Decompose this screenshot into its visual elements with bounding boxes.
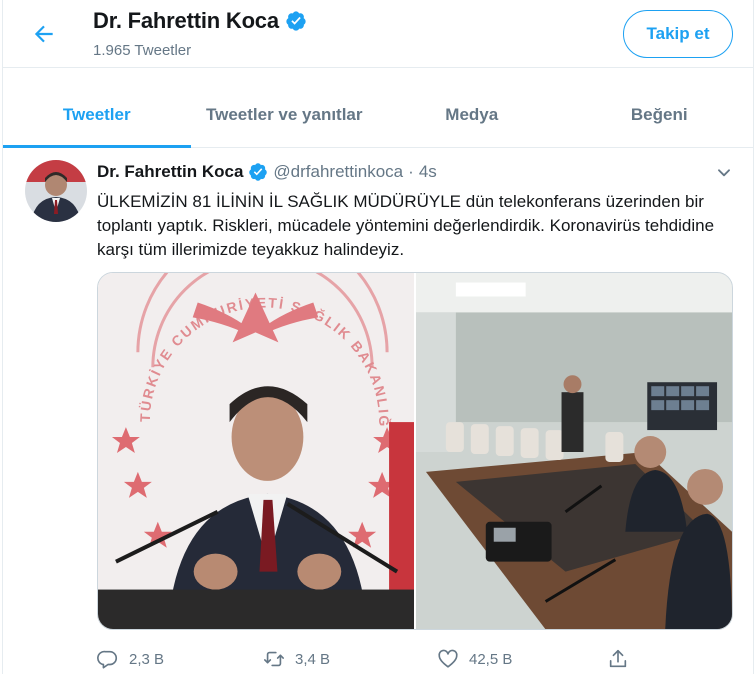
tweet-actions: 2,3 B 3,4 B 42,5 B xyxy=(97,644,657,674)
share-icon xyxy=(609,649,627,668)
tweet-count: 1.965 Tweetler xyxy=(93,42,192,59)
tab-media[interactable]: Medya xyxy=(378,82,566,147)
reply-icon xyxy=(97,650,118,669)
chevron-down-icon xyxy=(718,169,730,177)
profile-header: Dr. Fahrettin Koca 1.965 Tweetler Takip … xyxy=(3,0,753,68)
share-button[interactable] xyxy=(607,648,629,670)
like-count: 42,5 B xyxy=(469,650,513,668)
back-arrow-icon xyxy=(34,25,53,43)
header-title-row: Dr. Fahrettin Koca xyxy=(93,8,307,34)
reply-button[interactable]: 2,3 B xyxy=(97,648,164,670)
retweet-icon xyxy=(264,651,284,667)
tweet-header: Dr. Fahrettin Koca @drfahrettinkoca · 4s xyxy=(97,162,437,182)
verified-badge-icon xyxy=(248,162,268,182)
follow-button[interactable]: Takip et xyxy=(623,10,733,58)
separator-dot: · xyxy=(408,162,414,181)
tab-tweets[interactable]: Tweetler xyxy=(3,82,191,148)
tweet-photo-minister[interactable]: TÜRKİYE CUMHURİYETİ SAĞLIK BAKANLIĞI xyxy=(98,273,414,629)
like-button[interactable]: 42,5 B xyxy=(437,648,512,670)
profile-tabs: Tweetler Tweetler ve yanıtlar Medya Beğe… xyxy=(3,82,753,148)
tweet-text: ÜLKEMİZİN 81 İLİNİN İL SAĞLIK MÜDÜRÜYLE … xyxy=(97,192,715,259)
like-icon xyxy=(438,649,458,668)
profile-name: Dr. Fahrettin Koca xyxy=(93,8,279,33)
profile-timeline: Dr. Fahrettin Koca 1.965 Tweetler Takip … xyxy=(2,0,754,674)
tab-tweets-and-replies[interactable]: Tweetler ve yanıtlar xyxy=(191,82,379,147)
tweet-author-name[interactable]: Dr. Fahrettin Koca xyxy=(97,162,243,182)
tweet-handle[interactable]: @drfahrettinkoca xyxy=(273,162,403,182)
tweet-timestamp[interactable]: 4s xyxy=(419,162,437,182)
retweet-button[interactable]: 3,4 B xyxy=(263,648,330,670)
back-button[interactable] xyxy=(25,18,63,50)
tab-likes[interactable]: Beğeni xyxy=(566,82,754,147)
verified-badge-icon xyxy=(285,10,307,32)
avatar[interactable] xyxy=(25,160,87,222)
tweet-media: TÜRKİYE CUMHURİYETİ SAĞLIK BAKANLIĞI xyxy=(97,272,733,630)
tweet-photo-meeting[interactable] xyxy=(416,273,732,629)
retweet-count: 3,4 B xyxy=(295,650,331,668)
tweet-more-menu[interactable] xyxy=(713,162,735,184)
tweet[interactable]: Dr. Fahrettin Koca @drfahrettinkoca · 4s… xyxy=(3,148,753,674)
reply-count: 2,3 B xyxy=(129,650,165,668)
